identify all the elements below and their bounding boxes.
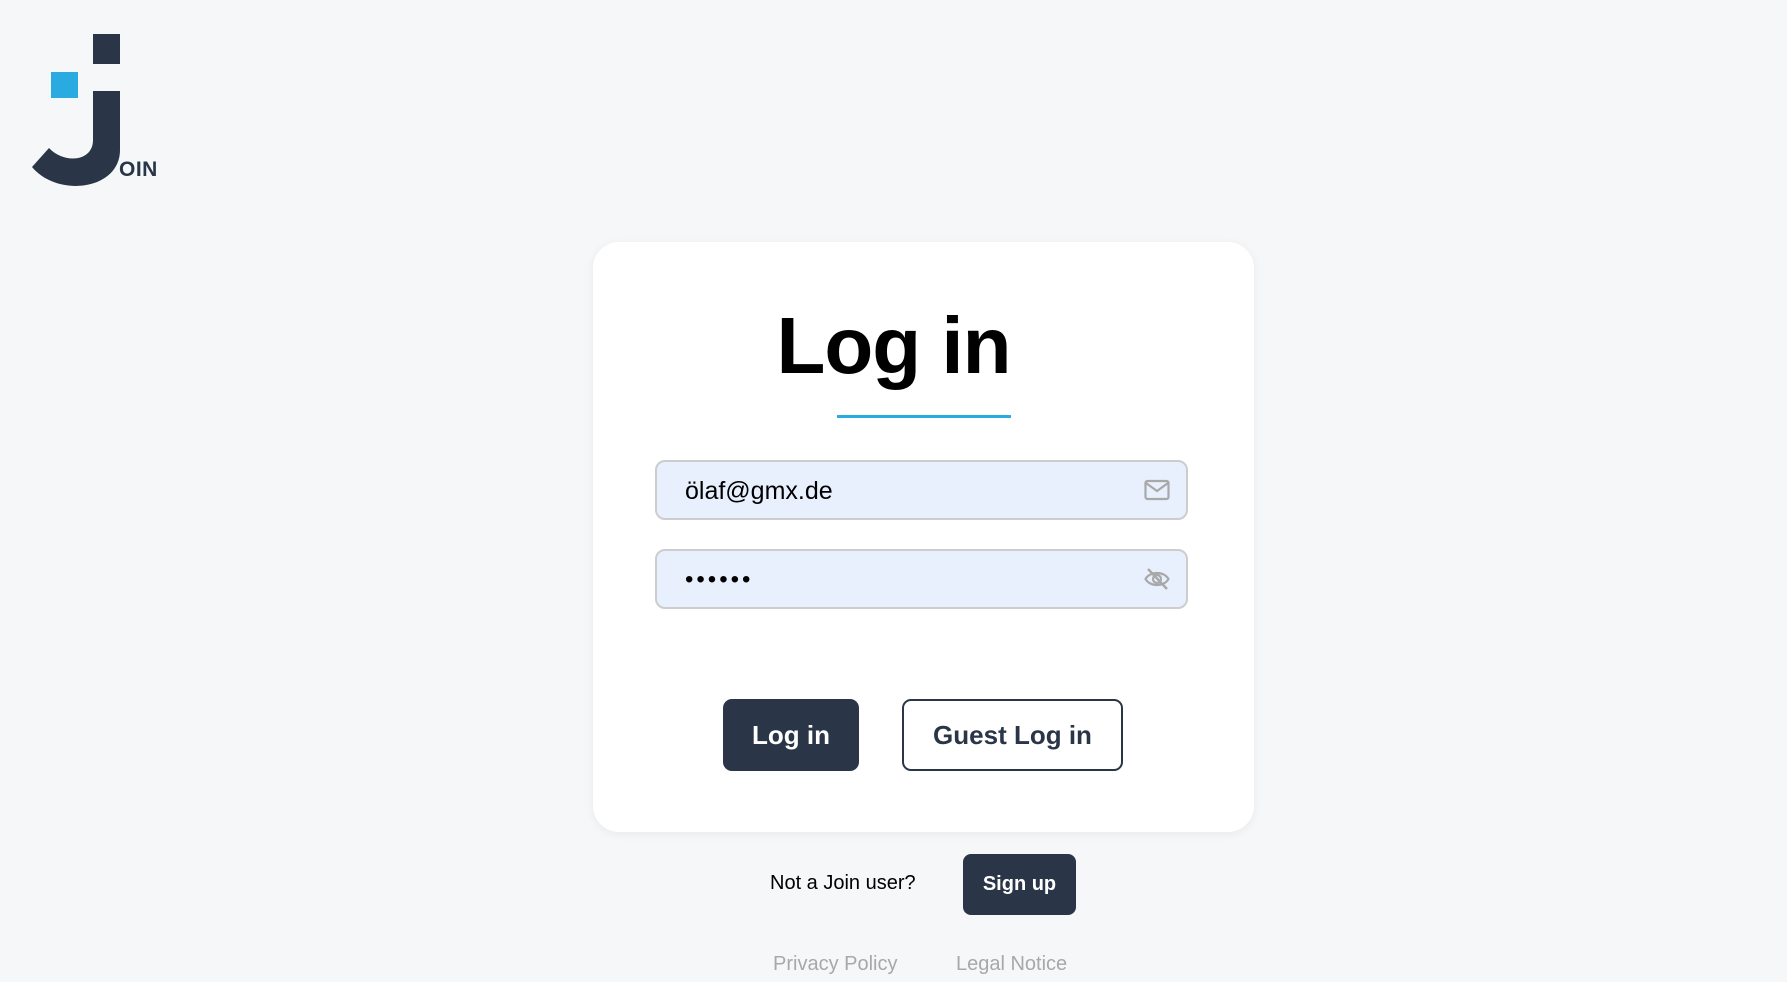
page-title: Log in	[776, 301, 1012, 390]
signup-button[interactable]: Sign up	[963, 854, 1076, 915]
email-field[interactable]	[655, 460, 1188, 520]
email-input[interactable]	[683, 462, 1127, 520]
password-field[interactable]	[655, 549, 1188, 609]
legal-notice-link[interactable]: Legal Notice	[956, 953, 1067, 976]
title-underline	[837, 415, 1011, 418]
guest-login-button[interactable]: Guest Log in	[902, 699, 1123, 771]
password-input[interactable]	[683, 551, 1127, 609]
mail-icon	[1144, 479, 1170, 501]
signup-prompt: Not a Join user?	[770, 872, 916, 894]
login-button[interactable]: Log in	[723, 699, 859, 771]
eye-off-icon[interactable]	[1144, 567, 1170, 591]
logo-text: OIN	[119, 158, 158, 181]
privacy-policy-link[interactable]: Privacy Policy	[773, 953, 897, 976]
